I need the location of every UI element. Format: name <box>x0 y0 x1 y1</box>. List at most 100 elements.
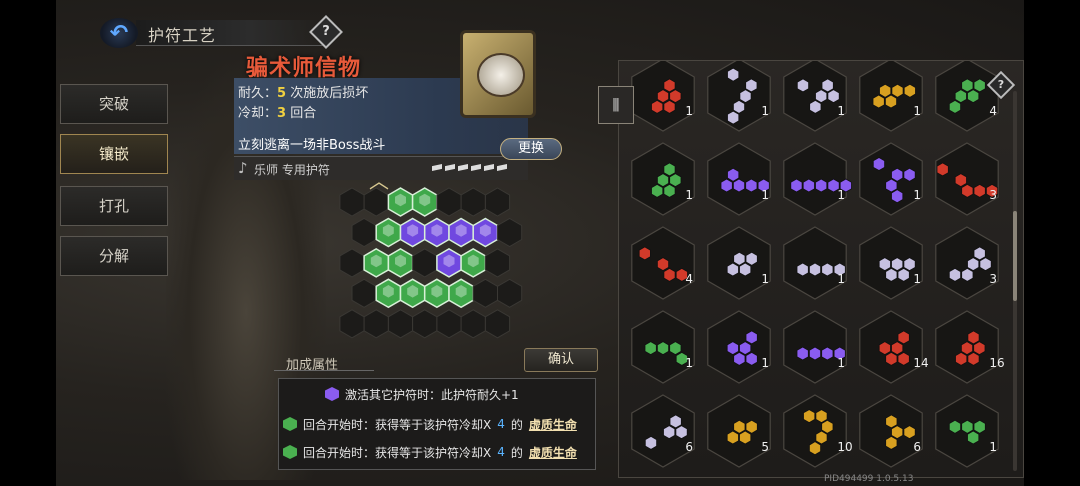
empty-slot[interactable] <box>412 248 438 278</box>
swap-button[interactable]: 更换 <box>500 138 562 160</box>
amulet-item[interactable]: 1 <box>631 61 695 132</box>
amulet-item[interactable]: 14 <box>859 310 929 384</box>
gem-piece <box>651 99 664 114</box>
amulet-item[interactable]: 1 <box>707 142 771 216</box>
gem-piece <box>903 257 916 272</box>
amulet-item[interactable]: 6 <box>859 394 923 468</box>
back-button[interactable]: ↶ <box>100 18 138 48</box>
amulet-item[interactable]: 3 <box>935 226 999 300</box>
gem-piece <box>644 435 657 450</box>
amulet-item[interactable]: 1 <box>783 310 847 384</box>
gem-piece <box>796 346 809 361</box>
gem-piece <box>879 83 892 98</box>
gem-piece <box>891 425 904 440</box>
amulet-item[interactable]: 1 <box>783 226 847 300</box>
gem-piece <box>973 341 986 356</box>
amulet-item[interactable]: 1 <box>783 61 847 132</box>
empty-slot[interactable] <box>387 309 414 339</box>
gem-piece <box>745 178 758 193</box>
empty-slot[interactable] <box>497 217 523 248</box>
amulet-tome-icon <box>460 30 536 118</box>
gem-piece <box>961 183 974 198</box>
question-icon: ? <box>322 24 330 39</box>
gem-piece <box>803 409 816 424</box>
gem-piece <box>815 89 828 104</box>
amulet-item[interactable]: 5 <box>707 394 771 468</box>
empty-slot[interactable] <box>339 187 365 217</box>
bonus-row: 回合开始时：获得等于该护符冷却X 4 的虚质生命 <box>283 413 577 435</box>
gem-piece <box>885 351 898 366</box>
menu-breakthrough[interactable]: 突破 <box>60 84 168 124</box>
gem-piece <box>669 173 682 188</box>
gem-piece <box>936 162 949 177</box>
gem-piece <box>638 246 651 261</box>
amulet-item[interactable]: 1 <box>707 61 771 132</box>
empty-slot[interactable] <box>436 187 462 217</box>
empty-slot[interactable] <box>363 309 389 339</box>
amulet-item[interactable]: 4 <box>631 226 695 300</box>
amulet-item-frame <box>859 310 923 384</box>
gem-piece <box>657 173 669 188</box>
amulet-item[interactable]: 4 <box>935 61 999 132</box>
gem-piece <box>878 257 891 272</box>
gem-piece <box>657 341 669 356</box>
amulet-item[interactable]: 1 <box>859 226 923 300</box>
amulet-item[interactable]: 1 <box>631 310 695 384</box>
amulet-item[interactable]: 16 <box>935 310 1005 384</box>
amulet-item[interactable]: 1 <box>631 142 695 216</box>
level-pips <box>432 164 522 172</box>
level-pip <box>471 164 481 171</box>
confirm-button[interactable]: 确认 <box>524 348 598 372</box>
level-pip <box>497 164 507 171</box>
gem-piece <box>669 341 682 356</box>
gem-piece <box>745 330 758 345</box>
title-bar: 护符工艺 <box>136 20 326 46</box>
empty-slot[interactable] <box>497 278 523 308</box>
empty-slot[interactable] <box>412 309 438 339</box>
gem-piece <box>961 267 974 282</box>
empty-slot[interactable] <box>484 187 511 217</box>
gem-piece <box>663 162 676 177</box>
scroll-thumb[interactable] <box>1013 211 1017 301</box>
gem-piece <box>745 351 758 366</box>
inventory-scrollbar[interactable] <box>1013 91 1017 471</box>
gem-piece <box>891 83 904 98</box>
amulet-item[interactable]: 1 <box>707 310 771 384</box>
right-letterbox <box>1024 0 1080 486</box>
void-life-link[interactable]: 虚质生命 <box>529 416 577 433</box>
filter-button[interactable]: ⫼ <box>598 86 634 124</box>
empty-slot[interactable] <box>363 187 389 217</box>
empty-slot[interactable] <box>472 278 498 308</box>
amulet-item-frame <box>935 61 999 132</box>
menu-punch[interactable]: 打孔 <box>60 186 168 226</box>
empty-slot[interactable] <box>484 248 511 278</box>
empty-slot[interactable] <box>351 278 377 308</box>
empty-slot[interactable] <box>460 187 486 217</box>
amulet-item[interactable]: 1 <box>859 142 923 216</box>
empty-slot[interactable] <box>460 309 486 339</box>
gem-piece <box>663 425 676 440</box>
amulet-item[interactable]: 1 <box>783 142 852 216</box>
gem-piece <box>967 257 980 272</box>
empty-slot[interactable] <box>351 217 377 248</box>
gem-piece <box>955 351 968 366</box>
gem-piece <box>739 430 752 445</box>
amulet-class: 乐师 专用护符 <box>254 163 330 177</box>
empty-slot[interactable] <box>339 309 365 339</box>
amulet-item[interactable]: 1 <box>859 61 923 132</box>
void-life-link[interactable]: 虚质生命 <box>529 444 577 461</box>
amulet-item[interactable]: 6 <box>631 394 695 468</box>
empty-slot[interactable] <box>436 309 462 339</box>
empty-slot[interactable] <box>339 248 365 278</box>
empty-slot[interactable] <box>484 309 511 339</box>
gem-piece <box>644 341 657 356</box>
amulet-item[interactable]: 1 <box>935 394 999 468</box>
cooldown-stat: 冷却：3 回合 <box>238 106 317 121</box>
menu-decompose[interactable]: 分解 <box>60 236 168 276</box>
amulet-item[interactable]: 1 <box>707 226 771 300</box>
gem-piece <box>720 178 733 193</box>
amulet-item[interactable]: 10 <box>783 394 853 468</box>
amulet-item[interactable]: 3 <box>935 142 999 216</box>
inlay-board[interactable] <box>334 186 584 346</box>
menu-inlay[interactable]: 镶嵌 <box>60 134 168 174</box>
